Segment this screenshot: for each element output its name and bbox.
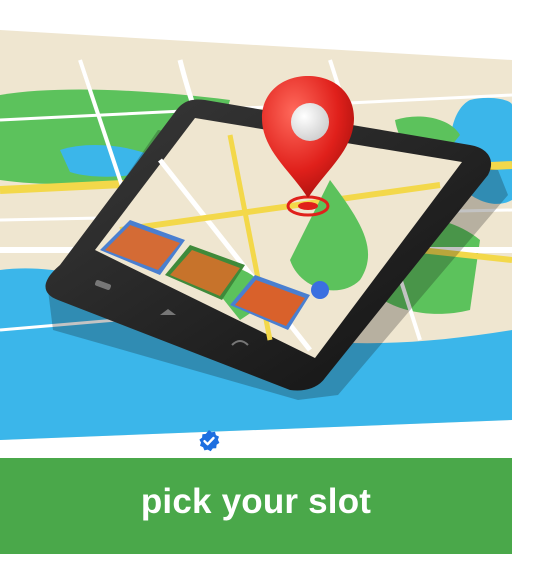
pick-your-slot-label: pick your slot [140, 482, 372, 521]
verified-check-icon [197, 429, 221, 453]
pick-your-slot-button[interactable]: pick your slot [0, 458, 512, 554]
hero-image [0, 0, 512, 440]
